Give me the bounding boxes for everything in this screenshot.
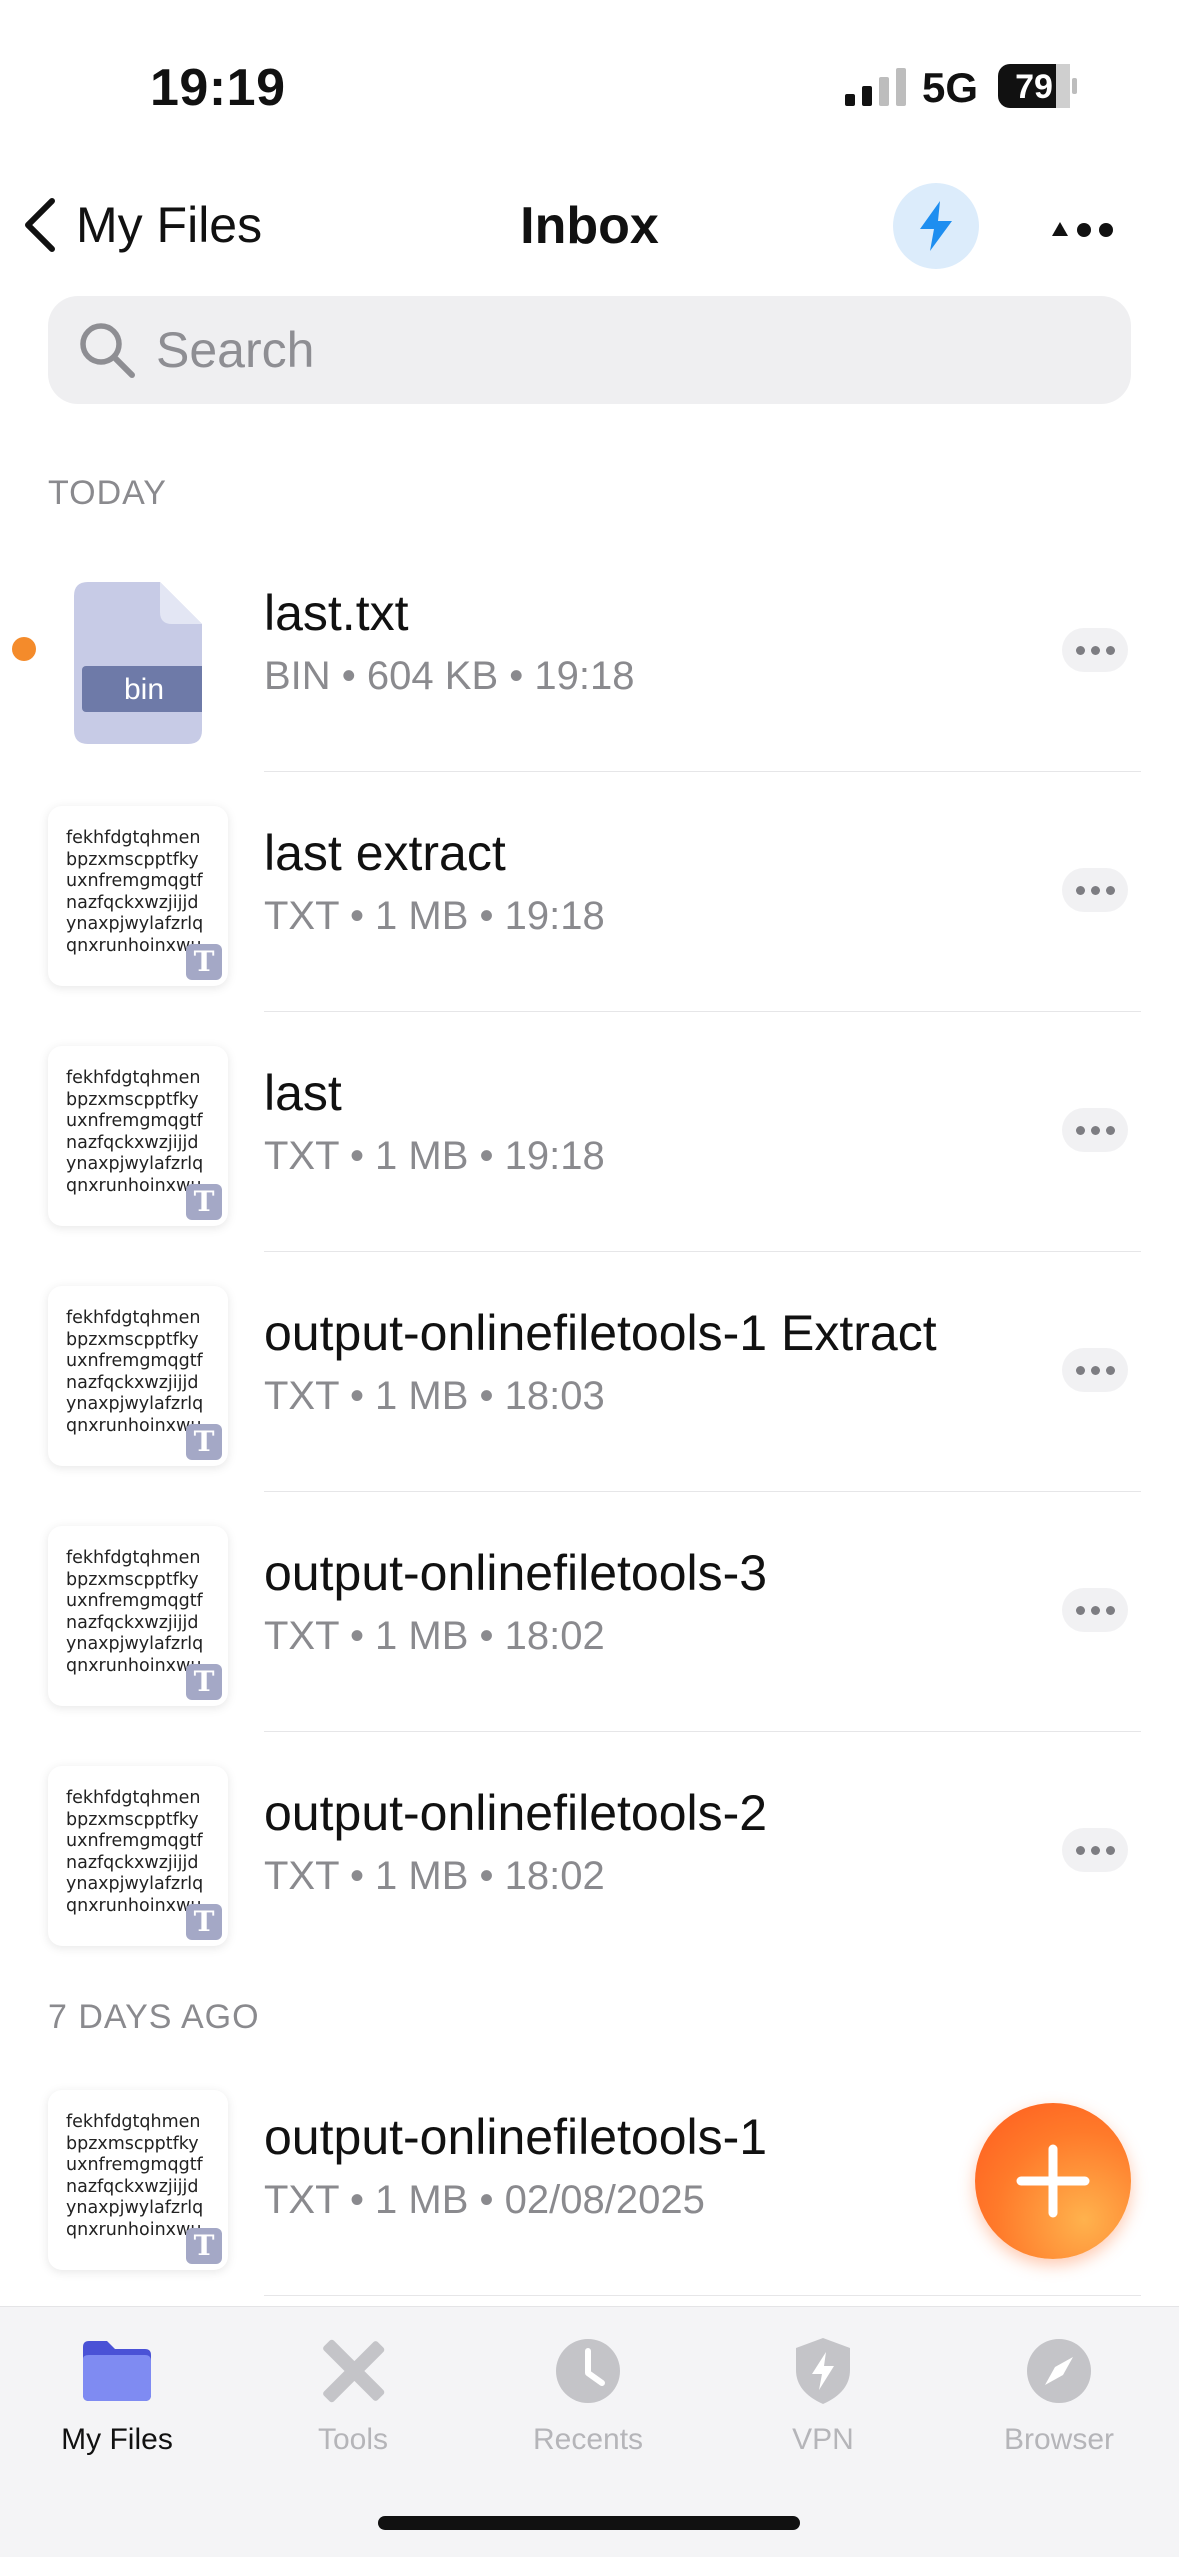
folder-icon	[83, 2341, 151, 2401]
tab-vpn[interactable]: VPN	[723, 2329, 923, 2457]
section-header-today: TODAY	[48, 474, 167, 512]
quick-action-button[interactable]	[893, 183, 979, 269]
text-file-thumbnail: fekhfdgtqhmen bpzxmscpptfky uxnfremgmqgt…	[48, 1046, 228, 1226]
cell-signal-icon	[845, 68, 906, 106]
file-meta: TXT • 1 MB • 02/08/2025	[264, 2178, 705, 2222]
page-title: Inbox	[520, 197, 659, 255]
file-row[interactable]: fekhfdgtqhmen bpzxmscpptfky uxnfremgmqgt…	[0, 1012, 1179, 1252]
row-more-button[interactable]	[1062, 1828, 1128, 1872]
bin-file-icon: bin	[74, 582, 202, 744]
text-file-thumbnail: fekhfdgtqhmen bpzxmscpptfky uxnfremgmqgt…	[48, 806, 228, 986]
tab-label: My Files	[61, 2423, 173, 2456]
tab-label: VPN	[792, 2423, 854, 2456]
battery-level: 79	[1015, 68, 1053, 106]
thumbnail-preview: fekhfdgtqhmen bpzxmscpptfky uxnfremgmqgt…	[66, 1788, 204, 1916]
text-file-thumbnail: fekhfdgtqhmen bpzxmscpptfky uxnfremgmqgt…	[48, 2090, 228, 2270]
text-type-badge-icon: T	[186, 1184, 222, 1220]
file-row[interactable]: fekhfdgtqhmen bpzxmscpptfky uxnfremgmqgt…	[0, 1732, 1179, 1972]
text-file-thumbnail: fekhfdgtqhmen bpzxmscpptfky uxnfremgmqgt…	[48, 1286, 228, 1466]
file-row[interactable]: fekhfdgtqhmen bpzxmscpptfky uxnfremgmqgt…	[0, 1252, 1179, 1492]
thumbnail-preview: fekhfdgtqhmen bpzxmscpptfky uxnfremgmqgt…	[66, 2112, 204, 2240]
tab-label: Tools	[317, 2423, 389, 2456]
thumbnail-preview: fekhfdgtqhmen bpzxmscpptfky uxnfremgmqgt…	[66, 1548, 204, 1676]
search-icon	[80, 323, 135, 378]
lightning-icon	[920, 201, 952, 251]
compass-icon	[1027, 2339, 1091, 2403]
file-row[interactable]: bin last.txt BIN • 604 KB • 19:18	[0, 532, 1179, 772]
tab-recents[interactable]: Recents	[488, 2329, 688, 2457]
search-field[interactable]: Search	[48, 296, 1131, 404]
file-meta: TXT • 1 MB • 18:02	[264, 1854, 605, 1898]
tab-label: Recents	[532, 2423, 644, 2456]
network-type: 5G	[922, 64, 979, 111]
thumbnail-preview: fekhfdgtqhmen bpzxmscpptfky uxnfremgmqgt…	[66, 1308, 204, 1436]
file-meta: TXT • 1 MB • 18:03	[264, 1374, 605, 1418]
file-row[interactable]: fekhfdgtqhmen bpzxmscpptfky uxnfremgmqgt…	[0, 1492, 1179, 1732]
tab-my-files[interactable]: My Files	[17, 2329, 217, 2457]
shield-icon	[796, 2338, 850, 2404]
file-name: last extract	[264, 825, 506, 881]
text-type-badge-icon: T	[186, 944, 222, 980]
file-name: output-onlinefiletools-1	[264, 2109, 768, 2165]
add-button[interactable]	[975, 2103, 1131, 2259]
clock-icon	[556, 2339, 620, 2403]
more-options-button[interactable]	[1050, 206, 1116, 246]
unread-dot	[12, 637, 36, 661]
tab-tools[interactable]: Tools	[253, 2329, 453, 2457]
file-name: last	[264, 1065, 342, 1121]
file-name: output-onlinefiletools-3	[264, 1545, 768, 1601]
plus-icon	[1016, 2144, 1090, 2218]
file-name: output-onlinefiletools-1 Extract	[264, 1305, 937, 1361]
row-more-button[interactable]	[1062, 868, 1128, 912]
tools-icon	[323, 2339, 385, 2403]
section-header-7-days-ago: 7 DAYS AGO	[48, 1998, 260, 2036]
thumbnail-preview: fekhfdgtqhmen bpzxmscpptfky uxnfremgmqgt…	[66, 828, 204, 956]
divider	[264, 2294, 1141, 2296]
file-meta: TXT • 1 MB • 18:02	[264, 1614, 605, 1658]
text-file-thumbnail: fekhfdgtqhmen bpzxmscpptfky uxnfremgmqgt…	[48, 1526, 228, 1706]
home-indicator[interactable]	[378, 2516, 800, 2530]
tab-label: Browser	[1003, 2423, 1115, 2456]
text-type-badge-icon: T	[186, 1424, 222, 1460]
status-time: 19:19	[150, 59, 286, 117]
row-more-button[interactable]	[1062, 1588, 1128, 1632]
text-file-thumbnail: fekhfdgtqhmen bpzxmscpptfky uxnfremgmqgt…	[48, 1766, 228, 1946]
search-placeholder: Search	[156, 322, 315, 378]
text-type-badge-icon: T	[186, 1664, 222, 1700]
row-more-button[interactable]	[1062, 1348, 1128, 1392]
file-meta: TXT • 1 MB • 19:18	[264, 894, 605, 938]
row-more-button[interactable]	[1062, 628, 1128, 672]
file-meta: TXT • 1 MB • 19:18	[264, 1134, 605, 1178]
file-meta: BIN • 604 KB • 19:18	[264, 654, 635, 698]
text-type-badge-icon: T	[186, 2228, 222, 2264]
bin-label: bin	[124, 673, 164, 706]
text-type-badge-icon: T	[186, 1904, 222, 1940]
thumbnail-preview: fekhfdgtqhmen bpzxmscpptfky uxnfremgmqgt…	[66, 1068, 204, 1196]
file-name: last.txt	[264, 585, 409, 641]
row-more-button[interactable]	[1062, 1108, 1128, 1152]
file-name: output-onlinefiletools-2	[264, 1785, 768, 1841]
file-row[interactable]: fekhfdgtqhmen bpzxmscpptfky uxnfremgmqgt…	[0, 772, 1179, 1012]
tab-browser[interactable]: Browser	[959, 2329, 1159, 2457]
